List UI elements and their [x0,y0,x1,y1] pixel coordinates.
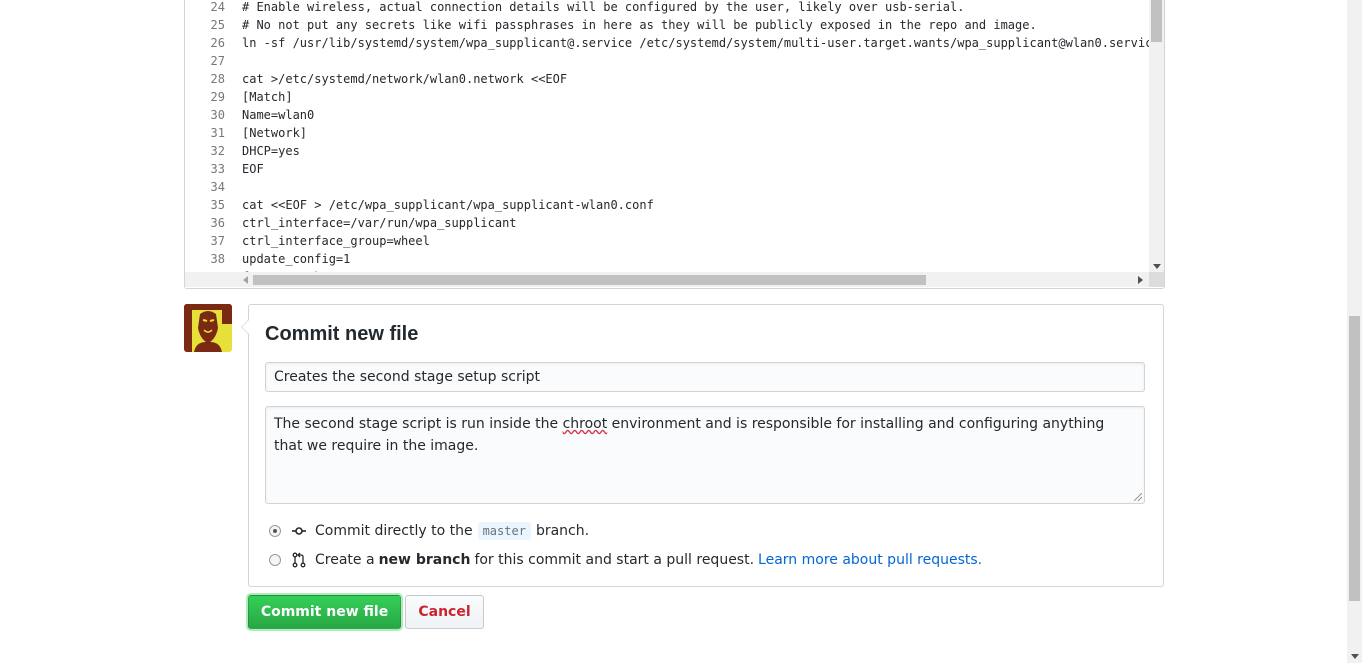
commit-new-branch-radio[interactable] [269,554,281,566]
line-number: 31 [210,126,225,140]
new-branch-bold: new branch [378,552,471,568]
line-content[interactable]: DHCP=yes [242,142,300,160]
line-number: 37 [210,234,225,248]
git-pull-request-icon [291,552,307,568]
line-number: 30 [210,108,225,122]
commit-new-file-button[interactable]: Commit new file [248,595,401,629]
branch-name-badge: master [477,522,531,540]
commit-form: Commit new file Creates the second stage… [241,304,1164,587]
new-branch-prefix: Create a [315,552,375,568]
line-number: 34 [210,180,225,194]
line-content[interactable]: [Network] [242,124,307,142]
line-content[interactable]: EOF [242,160,264,178]
line-number: 28 [210,72,225,86]
commit-direct-radio[interactable] [269,525,281,537]
editor-vertical-scroll-thumb[interactable] [1151,0,1162,42]
line-content[interactable]: # Enable wireless, actual connection det… [242,0,964,16]
line-number: 35 [210,198,225,212]
scroll-left-arrow-icon[interactable] [243,276,248,284]
line-content[interactable]: ln -sf /usr/lib/systemd/system/wpa_suppl… [242,34,1149,52]
commit-summary-input[interactable]: Creates the second stage setup script [265,362,1145,392]
line-number: 26 [210,36,225,50]
commit-description-textarea[interactable]: The second stage script is run inside th… [265,406,1145,504]
editor-vertical-scrollbar[interactable] [1149,0,1164,272]
editor-horizontal-scrollbar[interactable] [185,272,1149,287]
page-scroll-down-arrow-icon[interactable] [1351,654,1359,659]
line-content[interactable]: Name=wlan0 [242,106,314,124]
avatar[interactable] [184,304,232,352]
line-number: 32 [210,144,225,158]
line-number: 29 [210,90,225,104]
page-scroll-thumb[interactable] [1349,316,1360,601]
line-content[interactable]: ctrl_interface_group=wheel [242,232,430,250]
commit-direct-suffix: branch. [535,523,590,539]
line-content[interactable]: # No not put any secrets like wifi passp… [242,16,1037,34]
line-content[interactable]: [Match] [242,88,293,106]
line-number: 25 [210,18,225,32]
line-number: 38 [210,252,225,266]
description-misspelled-word: chroot [562,416,608,432]
line-number: 36 [210,216,225,230]
line-content[interactable]: cat <<EOF > /etc/wpa_supplicant/wpa_supp… [242,196,654,214]
line-number: 33 [210,162,225,176]
avatar-image [184,304,232,352]
line-content[interactable]: update_config=1 [242,250,350,268]
git-commit-icon [291,523,307,539]
description-text-before: The second stage script is run inside th… [274,416,563,432]
code-lines[interactable]: 24 # Enable wireless, actual connection d… [185,0,1149,272]
textarea-resize-handle[interactable] [1134,493,1142,501]
commit-form-title: Commit new file [265,323,419,345]
scroll-down-arrow-icon[interactable] [1153,264,1161,269]
line-content[interactable]: cat >/etc/systemd/network/wlan0.network … [242,70,567,88]
line-number: 24 [210,0,225,14]
line-content[interactable]: ctrl_interface=/var/run/wpa_supplicant [242,214,517,232]
new-branch-suffix: for this commit and start a pull request… [474,552,755,568]
cancel-button[interactable]: Cancel [405,595,484,629]
code-editor[interactable]: 24 # Enable wireless, actual connection d… [184,0,1165,289]
learn-more-pull-requests-link[interactable]: Learn more about pull requests. [758,552,982,568]
scrollbar-corner [1149,272,1164,287]
scroll-right-arrow-icon[interactable] [1138,276,1143,284]
commit-direct-option[interactable]: Commit directly to the master branch. [269,521,589,541]
commit-direct-prefix: Commit directly to the [315,523,473,539]
line-number: 27 [210,54,225,68]
commit-new-branch-option[interactable]: Create a new branch for this commit and … [269,550,982,570]
editor-horizontal-scroll-thumb[interactable] [253,275,926,285]
page-vertical-scrollbar[interactable] [1347,0,1362,663]
